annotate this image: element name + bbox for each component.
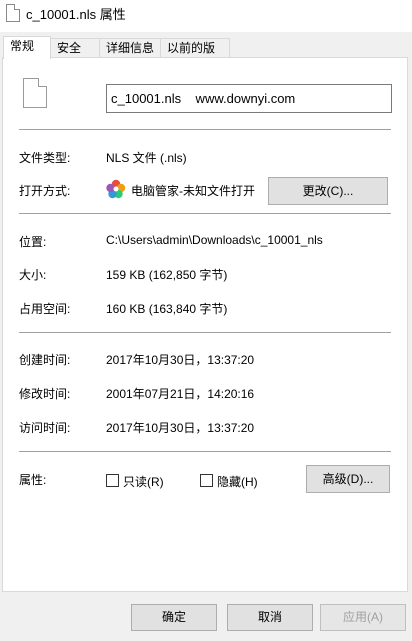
cancel-button[interactable]: 取消: [227, 604, 313, 631]
file-type-label: 文件类型:: [19, 151, 71, 165]
dialog-button-bar: 确定 取消 应用(A): [0, 592, 412, 641]
apply-button-label: 应用(A): [343, 610, 383, 624]
separator: [19, 451, 391, 452]
hidden-label: 隐藏(H): [217, 475, 258, 489]
cancel-button-label: 取消: [257, 610, 282, 624]
hidden-checkbox[interactable]: [200, 474, 213, 487]
opens-with-label: 打开方式:: [19, 184, 71, 198]
tab-previous-versions[interactable]: 以前的版本: [160, 38, 230, 73]
tab-strip: 常规 安全 详细信息 以前的版本: [0, 36, 412, 73]
advanced-button[interactable]: 高级(D)...: [306, 465, 390, 493]
modified-label: 修改时间:: [19, 387, 71, 401]
modified-value: 2001年07月21日，14:20:16: [106, 387, 255, 401]
size-on-disk-value: 160 KB (163,840 字节): [106, 302, 228, 316]
file-type-value: NLS 文件 (.nls): [106, 151, 187, 165]
ok-button[interactable]: 确定: [131, 604, 217, 631]
tab-details[interactable]: 详细信息: [99, 38, 161, 58]
title-bar: c_10001.nls 属性: [0, 0, 412, 32]
change-button-label: 更改(C)...: [302, 184, 354, 198]
ok-button-label: 确定: [161, 610, 186, 624]
size-value: 159 KB (162,850 字节): [106, 268, 228, 282]
apply-button[interactable]: 应用(A): [320, 604, 406, 631]
separator: [19, 129, 391, 130]
size-label: 大小:: [19, 268, 47, 282]
accessed-label: 访问时间:: [19, 421, 71, 435]
accessed-value: 2017年10月30日，13:37:20: [106, 421, 255, 435]
separator: [19, 213, 391, 214]
file-icon: [6, 4, 20, 22]
file-name-input[interactable]: c_10001.nls www.downyi.com: [106, 84, 392, 113]
blank-file-icon: [23, 78, 47, 108]
opens-with-app: 电脑管家-未知文件打开: [131, 184, 255, 198]
change-button[interactable]: 更改(C)...: [268, 177, 388, 205]
created-label: 创建时间:: [19, 353, 71, 367]
readonly-label: 只读(R): [123, 475, 164, 489]
size-on-disk-label: 占用空间:: [19, 302, 71, 316]
tab-details-label: 详细信息: [106, 41, 155, 55]
tab-security[interactable]: 安全: [50, 38, 100, 58]
separator: [19, 332, 391, 333]
general-panel: c_10001.nls www.downyi.com 文件类型: NLS 文件 …: [2, 57, 408, 592]
tab-security-label: 安全: [57, 41, 82, 55]
tab-general[interactable]: 常规: [3, 36, 51, 59]
location-value: C:\Users\admin\Downloads\c_10001_nls: [106, 233, 323, 247]
location-label: 位置:: [19, 235, 47, 249]
pinwheel-icon: [106, 179, 126, 199]
advanced-button-label: 高级(D)...: [322, 472, 374, 486]
tab-general-label: 常规: [10, 39, 35, 53]
created-value: 2017年10月30日，13:37:20: [106, 353, 255, 367]
readonly-checkbox[interactable]: [106, 474, 119, 487]
window-title: c_10001.nls 属性: [26, 7, 126, 22]
attributes-label: 属性:: [19, 473, 47, 487]
